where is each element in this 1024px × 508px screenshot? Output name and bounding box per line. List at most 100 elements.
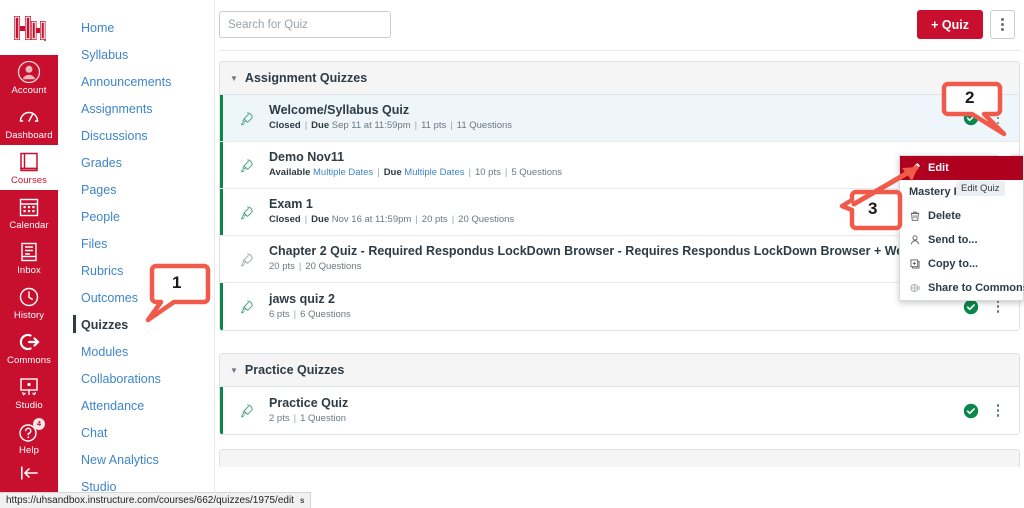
clock-icon xyxy=(17,285,41,309)
global-nav-item-account[interactable]: Account xyxy=(0,55,58,100)
status-bar-url: https://uhsandbox.instructure.com/course… xyxy=(6,495,294,506)
quiz-meta: 20 pts|20 Questions xyxy=(269,260,1005,274)
quiz-points: 2 pts xyxy=(269,413,290,424)
group-header-assignment-quizzes[interactable]: ▼ Assignment Quizzes xyxy=(220,62,1019,95)
quiz-questions: 1 Question xyxy=(300,413,346,424)
rocket-icon xyxy=(238,298,255,315)
annotation-callout-2: 2 xyxy=(940,82,1010,136)
due-value: Nov 16 at 11:59pm xyxy=(332,214,412,225)
global-nav-label: Account xyxy=(11,85,46,96)
rocket-icon xyxy=(238,110,255,127)
menu-item-copy-to[interactable]: Copy to... xyxy=(900,252,1023,276)
global-nav-label: Inbox xyxy=(17,265,41,276)
global-nav-item-calendar[interactable]: Calendar xyxy=(0,190,58,235)
course-nav-item-modules[interactable]: Modules xyxy=(58,338,214,365)
global-nav-item-courses[interactable]: Courses xyxy=(0,145,58,190)
due-label: Due xyxy=(384,167,402,178)
studio-screen-icon xyxy=(17,375,41,399)
table-row[interactable]: Practice Quiz 2 pts|1 Question xyxy=(220,387,1019,434)
due-label: Due xyxy=(311,120,329,131)
table-row[interactable]: Welcome/Syllabus Quiz Closed|Due Sep 11 … xyxy=(220,95,1019,142)
status-bar-extra: s xyxy=(300,496,304,505)
rocket-icon xyxy=(238,157,255,174)
course-nav-item-people[interactable]: People xyxy=(58,203,214,230)
main-content: + Quiz ▼ Assignment Quizzes Welcome/Syll… xyxy=(215,0,1024,508)
quiz-title[interactable]: Chapter 2 Quiz - Required Respondus Lock… xyxy=(269,244,1005,259)
menu-item-label: Copy to... xyxy=(928,258,978,270)
search-input[interactable] xyxy=(219,11,391,38)
global-nav-item-history[interactable]: History xyxy=(0,280,58,325)
menu-item-share-to-commons[interactable]: Share to Commons xyxy=(900,276,1023,300)
published-check-icon[interactable] xyxy=(963,403,979,419)
quizzes-toolbar: + Quiz xyxy=(215,0,1024,50)
available-value-link[interactable]: Multiple Dates xyxy=(313,167,373,178)
course-nav-item-collaborations[interactable]: Collaborations xyxy=(58,365,214,392)
course-nav-item-home[interactable]: Home xyxy=(58,14,214,41)
quiz-info: Practice Quiz 2 pts|1 Question xyxy=(269,396,963,426)
browser-status-bar: https://uhsandbox.instructure.com/course… xyxy=(0,492,311,508)
more-options-icon xyxy=(997,300,1000,313)
global-nav-label: Courses xyxy=(11,175,47,186)
quiz-questions: 20 Questions xyxy=(305,261,361,272)
university-of-houston-logo[interactable] xyxy=(0,0,58,55)
person-icon xyxy=(909,234,921,246)
dashboard-icon xyxy=(17,105,41,129)
caret-down-icon: ▼ xyxy=(230,366,238,375)
annotation-callout-1: 1 xyxy=(146,264,212,320)
quiz-info: jaws quiz 2 6 pts|6 Questions xyxy=(269,292,963,322)
next-quiz-group-partial xyxy=(219,449,1020,467)
menu-item-label: Send to... xyxy=(928,234,978,246)
quiz-title[interactable]: jaws quiz 2 xyxy=(269,292,963,307)
user-avatar-icon xyxy=(17,60,41,84)
due-value-link[interactable]: Multiple Dates xyxy=(404,167,464,178)
toolbar-divider xyxy=(219,50,1020,51)
add-quiz-button[interactable]: + Quiz xyxy=(917,10,983,39)
course-nav-item-files[interactable]: Files xyxy=(58,230,214,257)
course-nav-item-syllabus[interactable]: Syllabus xyxy=(58,41,214,68)
annotation-number: 3 xyxy=(868,199,877,219)
row-more-options-icon[interactable] xyxy=(991,300,1005,313)
commons-icon xyxy=(909,282,921,294)
quiz-points: 20 pts xyxy=(269,261,295,272)
quiz-title[interactable]: Practice Quiz xyxy=(269,396,963,411)
quiz-title[interactable]: Demo Nov11 xyxy=(269,150,1005,165)
collapse-arrow-icon[interactable] xyxy=(0,464,58,487)
quiz-status: Closed xyxy=(269,120,301,131)
global-nav-item-studio[interactable]: Studio xyxy=(0,370,58,415)
inbox-icon xyxy=(17,240,41,264)
available-label: Available xyxy=(269,167,310,178)
quiz-points: 11 pts xyxy=(421,120,446,131)
global-nav-item-commons[interactable]: Commons xyxy=(0,325,58,370)
course-nav-item-discussions[interactable]: Discussions xyxy=(58,122,214,149)
quiz-points: 20 pts xyxy=(422,214,448,225)
quiz-title[interactable]: Welcome/Syllabus Quiz xyxy=(269,103,963,118)
menu-item-label: Share to Commons xyxy=(928,282,1024,294)
course-nav-item-assignments[interactable]: Assignments xyxy=(58,95,214,122)
group-title: Assignment Quizzes xyxy=(245,71,367,85)
global-navigation: Account Dashboard Courses Calendar Inbox xyxy=(0,0,58,508)
caret-down-icon: ▼ xyxy=(230,74,238,83)
quiz-questions: 5 Questions xyxy=(511,167,562,178)
global-nav-label: Dashboard xyxy=(5,130,52,141)
quiz-meta: 6 pts|6 Questions xyxy=(269,308,963,322)
rocket-icon xyxy=(238,204,255,221)
due-value: Sep 11 at 11:59pm xyxy=(332,120,411,131)
group-header-practice-quizzes[interactable]: ▼ Practice Quizzes xyxy=(220,354,1019,387)
global-nav-label: Help xyxy=(19,445,39,456)
toolbar-more-options-icon[interactable] xyxy=(990,10,1015,39)
row-actions xyxy=(963,403,1009,419)
global-nav-item-inbox[interactable]: Inbox xyxy=(0,235,58,280)
course-nav-item-attendance[interactable]: Attendance xyxy=(58,392,214,419)
rocket-icon xyxy=(238,402,255,419)
course-nav-item-pages[interactable]: Pages xyxy=(58,176,214,203)
group-title: Practice Quizzes xyxy=(245,363,344,377)
copy-icon xyxy=(909,258,921,270)
row-more-options-icon[interactable] xyxy=(991,404,1005,417)
global-nav-item-help[interactable]: 4 Help xyxy=(0,415,58,460)
course-nav-item-grades[interactable]: Grades xyxy=(58,149,214,176)
course-nav-item-new-analytics[interactable]: New Analytics xyxy=(58,446,214,473)
global-nav-item-dashboard[interactable]: Dashboard xyxy=(0,100,58,145)
course-nav-item-chat[interactable]: Chat xyxy=(58,419,214,446)
course-nav-item-announcements[interactable]: Announcements xyxy=(58,68,214,95)
commons-arrow-icon xyxy=(17,330,41,354)
